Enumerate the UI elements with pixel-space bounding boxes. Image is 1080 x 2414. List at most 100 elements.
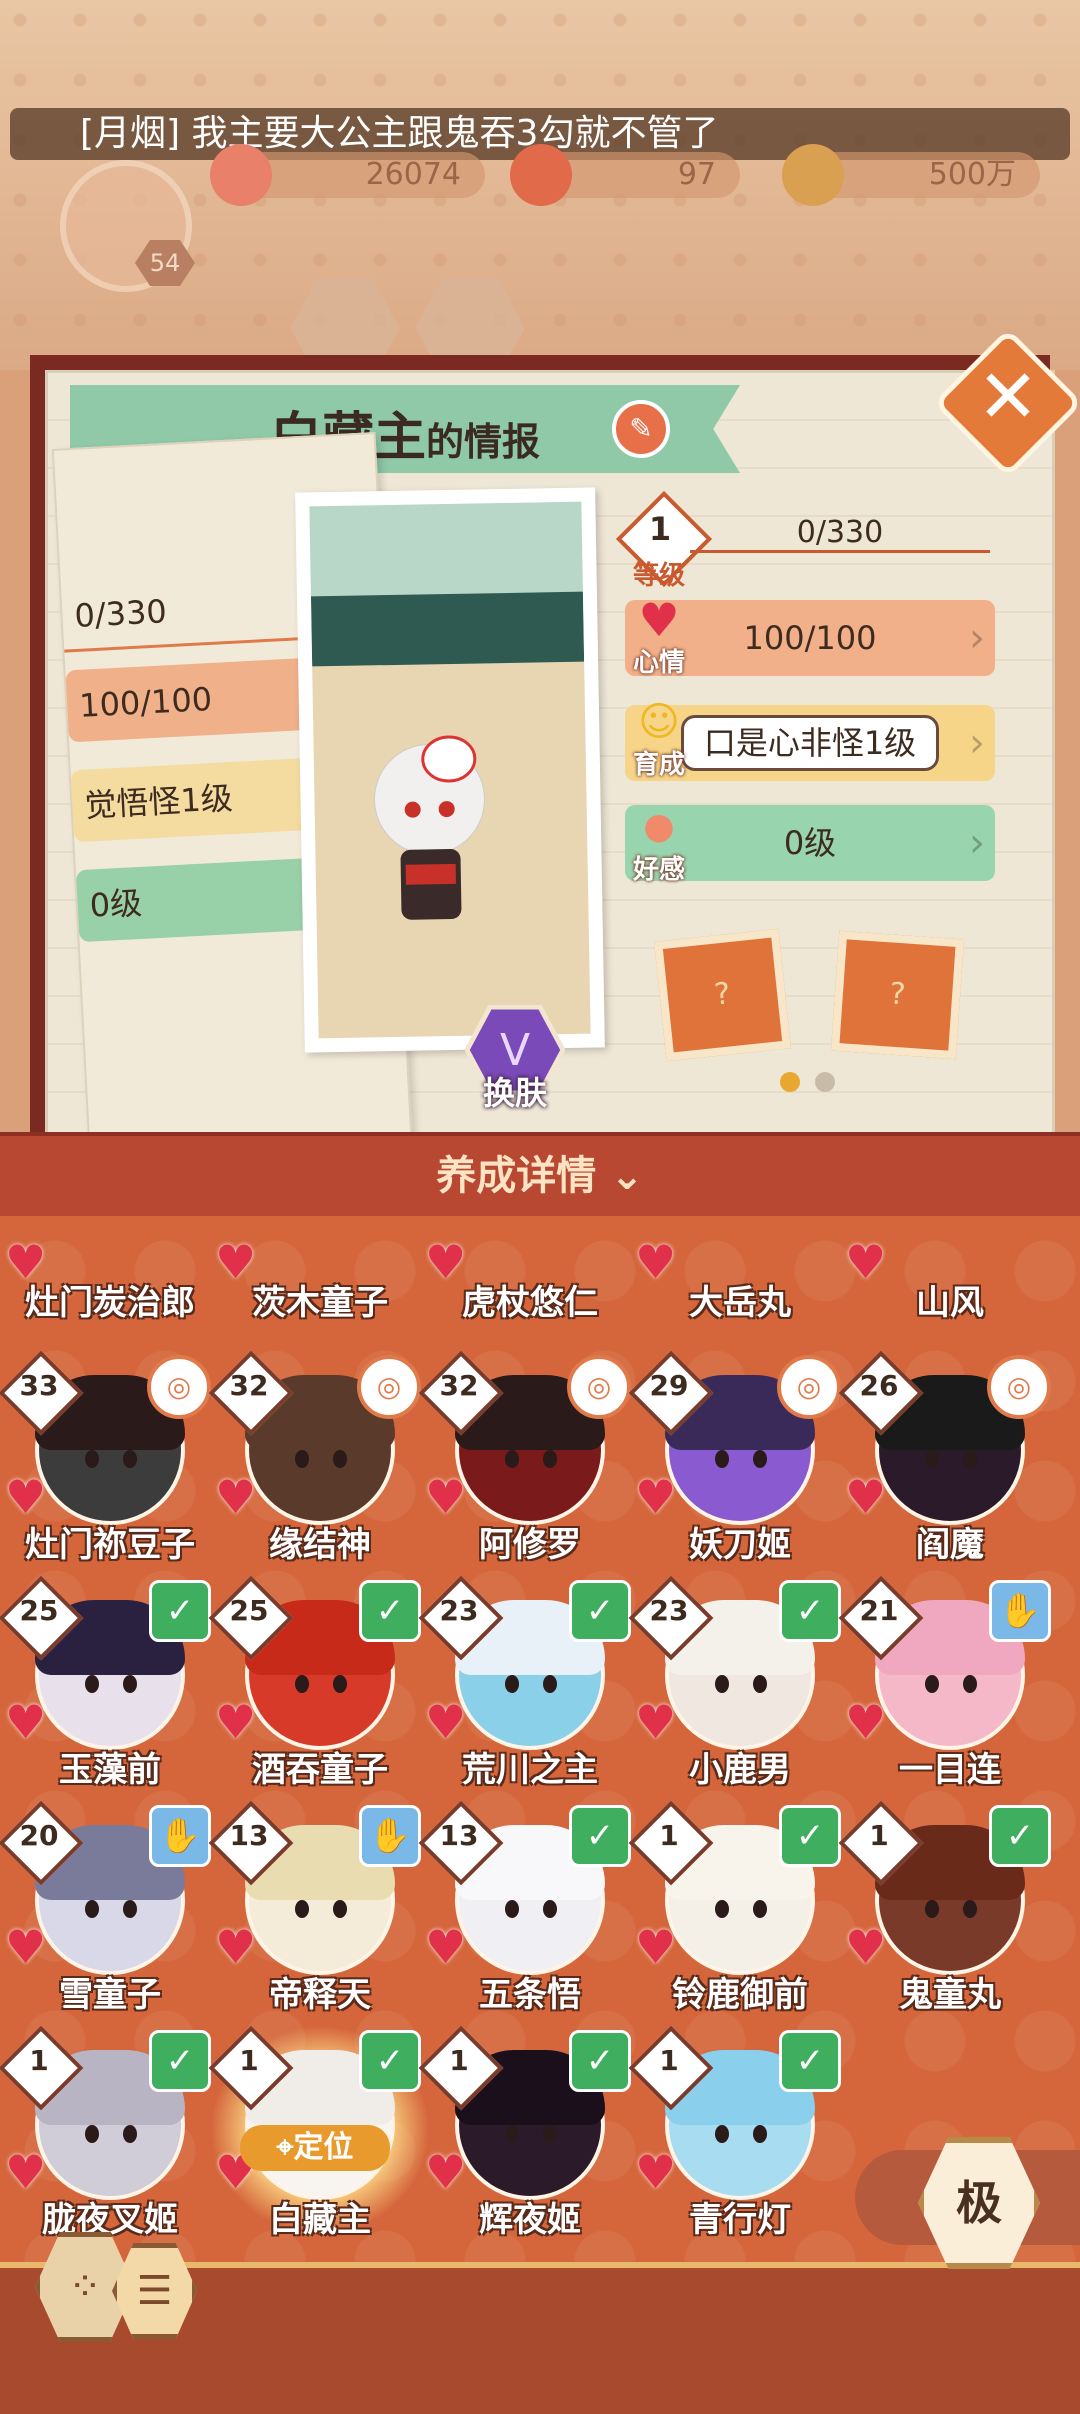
heart-icon: ♥	[5, 1695, 47, 1749]
eye	[85, 1675, 99, 1693]
character-card[interactable]: ♥ 大岳丸	[635, 1140, 845, 1360]
eye	[333, 1450, 347, 1468]
character-level: 23	[649, 1594, 689, 1627]
character-card[interactable]: ♥ 山风	[845, 1140, 1055, 1360]
eye	[963, 1675, 977, 1693]
hand-icon: ✋	[149, 1805, 211, 1867]
character-name: 灶门炭治郎	[25, 1283, 195, 1323]
eye	[715, 1675, 729, 1693]
heart-icon: ♥	[425, 2145, 467, 2199]
character-photo[interactable]	[295, 487, 605, 1053]
eye	[505, 1900, 519, 1918]
eye	[123, 2125, 137, 2143]
character-name: 白藏主	[269, 2200, 371, 2240]
character-name: 小鹿男	[689, 1750, 791, 1790]
prev-heart: 100/100	[65, 657, 319, 743]
heart-icon: ♥	[638, 593, 680, 647]
eye	[543, 1450, 557, 1468]
heart-value: 100/100	[743, 619, 877, 657]
gift-sticker-1[interactable]: ?	[654, 928, 791, 1062]
character-card[interactable]: ♥ 灶门炭治郎	[5, 1140, 215, 1360]
eye	[295, 1900, 309, 1918]
character-card[interactable]: 1 ✓ ♥ 青行灯	[628, 2025, 845, 2250]
character-level: 33	[19, 1369, 59, 1402]
heart-icon-wrap: ♥ 心情	[622, 593, 696, 679]
fav-label: 好感	[632, 855, 685, 885]
heart-icon: ♥	[5, 2145, 47, 2199]
title-suffix: 的情报	[426, 420, 541, 464]
page-dot-active[interactable]	[780, 1072, 800, 1092]
check-icon: ✓	[779, 2030, 841, 2092]
character-card[interactable]: 1 ✓ ♥ 鬼童丸	[838, 1800, 1055, 2025]
check-icon: ✓	[149, 2030, 211, 2092]
eye	[85, 1450, 99, 1468]
character-card[interactable]: 32 ◎ ♥ 阿修罗	[418, 1350, 635, 1575]
close-icon[interactable]: ✕	[968, 352, 1048, 442]
character-name: 一目连	[899, 1750, 1001, 1790]
character-card[interactable]: 13 ✓ ♥ 五条悟	[418, 1800, 635, 2025]
heart-icon: ♥	[635, 2145, 677, 2199]
character-level: 1	[29, 2044, 49, 2077]
character-name: 虎杖悠仁	[462, 1283, 598, 1323]
heart-icon: ♥	[215, 1920, 257, 1974]
gift-sticker-2[interactable]: ?	[830, 930, 965, 1060]
arrow-icon: ›	[969, 720, 985, 766]
character-level: 29	[649, 1369, 689, 1402]
character-level: 32	[439, 1369, 479, 1402]
eye	[715, 1450, 729, 1468]
character-card[interactable]: 1 ✓ ♥ 白藏主 ⌖定位	[208, 2025, 430, 2250]
eye	[123, 1675, 137, 1693]
heart-icon: ♥	[425, 1920, 467, 1974]
grow-label: 育成	[632, 750, 685, 780]
status-ring-icon: ◎	[777, 1355, 841, 1419]
character-card[interactable]: 25 ✓ ♥ 玉藻前	[0, 1575, 215, 1800]
character-level: 1	[869, 1819, 889, 1852]
heart-icon: ♥	[635, 1470, 677, 1524]
eye	[925, 1675, 939, 1693]
character-card[interactable]: 26 ◎ ♥ 阎魔	[838, 1350, 1055, 1575]
edit-button[interactable]: ✎	[612, 400, 670, 458]
character-name: 缘结神	[269, 1525, 371, 1565]
eye	[753, 1450, 767, 1468]
eye	[963, 1450, 977, 1468]
status-ring-icon: ◎	[567, 1355, 631, 1419]
resource-row: 26074 97 500万	[0, 144, 1080, 208]
character-level: 13	[229, 1819, 269, 1852]
character-level: 1	[449, 2044, 469, 2077]
page-dot[interactable]	[815, 1072, 835, 1092]
character-level: 1	[239, 2044, 259, 2077]
eye	[753, 1675, 767, 1693]
eye	[925, 1450, 939, 1468]
character-card[interactable]: 33 ◎ ♥ 灶门祢豆子	[0, 1350, 215, 1575]
character-card[interactable]: ♥ 虎杖悠仁	[425, 1140, 635, 1360]
pin-icon: ⌖	[276, 2130, 294, 2165]
heart-icon: ♥	[635, 1920, 677, 1974]
skin-button-label[interactable]: 换肤	[460, 1068, 570, 1114]
character-card[interactable]: ♥ 茨木童子	[215, 1140, 425, 1360]
character-card[interactable]: 20 ✋ ♥ 雪童子	[0, 1800, 215, 2025]
character-card[interactable]: 21 ✋ ♥ 一目连	[838, 1575, 1055, 1800]
eye	[505, 2125, 519, 2143]
heart-icon: ♥	[215, 1470, 257, 1524]
check-icon: ✓	[779, 1580, 841, 1642]
character-card[interactable]: 32 ◎ ♥ 缘结神	[208, 1350, 425, 1575]
grow-icon-wrap: ☺ 育成	[622, 700, 696, 781]
character-card[interactable]: 13 ✋ ♥ 帝释天	[208, 1800, 425, 2025]
character-card[interactable]: 23 ✓ ♥ 荒川之主	[418, 1575, 635, 1800]
character-level: 26	[859, 1369, 899, 1402]
character-card[interactable]: 1 ✓ ♥ 胧夜叉姬	[0, 2025, 215, 2250]
character-card[interactable]: 23 ✓ ♥ 小鹿男	[628, 1575, 845, 1800]
heart-icon: ♥	[215, 1695, 257, 1749]
prev-grow: 觉悟怪1级	[70, 757, 325, 843]
character-card[interactable]: 29 ◎ ♥ 妖刀姬	[628, 1350, 845, 1575]
locate-badge[interactable]: ⌖定位	[240, 2125, 390, 2171]
prev-exp: 0/330	[60, 567, 315, 653]
character-card[interactable]: 1 ✓ ♥ 铃鹿御前	[628, 1800, 845, 2025]
character-level: 23	[439, 1594, 479, 1627]
character-card[interactable]: 25 ✓ ♥ 酒吞童子	[208, 1575, 425, 1800]
eye	[295, 1450, 309, 1468]
check-icon: ✓	[569, 2030, 631, 2092]
character-card[interactable]: 1 ✓ ♥ 辉夜姬	[418, 2025, 635, 2250]
character-name: 大岳丸	[689, 1283, 791, 1323]
eye	[505, 1450, 519, 1468]
